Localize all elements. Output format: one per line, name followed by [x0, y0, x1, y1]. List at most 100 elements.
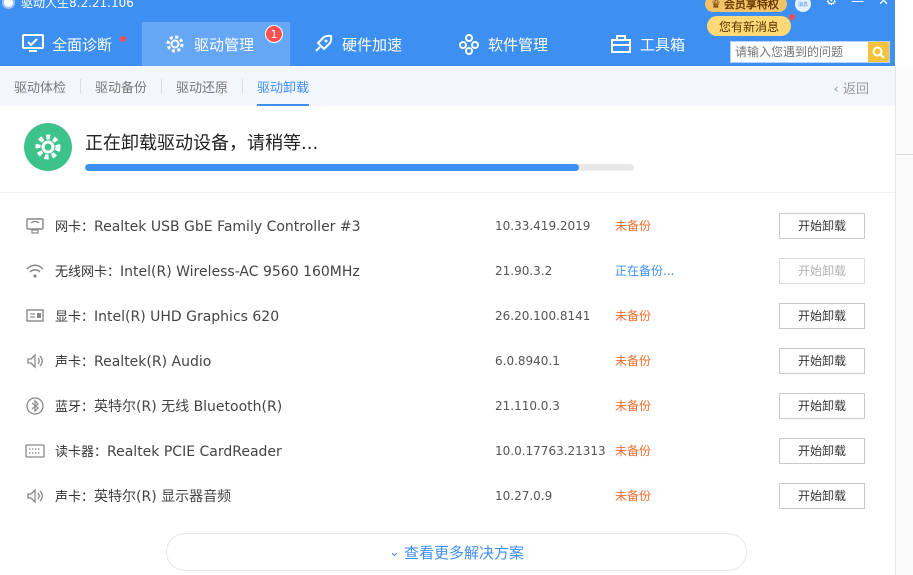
device-type-label: 读卡器：Realtek PCIE CardReader [55, 444, 282, 460]
device-type-label: 声卡：Realtek(R) Audio [55, 354, 212, 370]
backup-status: 正在备份... [615, 264, 675, 278]
nav-software-management[interactable]: 软件管理 [436, 22, 588, 66]
gear-icon [164, 33, 186, 55]
gear-status-icon [24, 123, 72, 171]
backup-status: 未备份 [615, 309, 652, 323]
vip-label: 会员享特权 [723, 0, 779, 11]
chevron-left-icon: ‹ [833, 82, 839, 97]
driver-version: 10.0.17763.21313 [495, 443, 606, 458]
driver-row: 蓝牙：英特尔(R) 无线 Bluetooth(R) 21.110.0.3 未备份 开始… [0, 383, 895, 428]
more-solutions-label: 查看更多解决方案 [403, 543, 524, 562]
device-name: Realtek(R) Audio [94, 354, 212, 370]
driver-row: 网卡：Realtek USB GbE Family Controller #3 1… [0, 203, 895, 248]
speaker-icon [25, 487, 45, 505]
device-name: Intel(R) UHD Graphics 620 [94, 309, 280, 325]
search-input[interactable] [731, 42, 868, 62]
window-controls: ⚙ — ✕ [825, 0, 889, 9]
vip-badge[interactable]: ♛ 会员享特权 [705, 0, 787, 12]
driver-row: 声卡：英特尔(R) 显示器音频 10.27.0.9 未备份 开始卸载 [0, 473, 895, 518]
uninstall-status: 正在卸载驱动设备，请稍等... [0, 106, 895, 193]
start-uninstall-button[interactable]: 开始卸载 [779, 482, 865, 509]
device-type-label: 网卡：Realtek USB GbE Family Controller #3 [55, 219, 361, 235]
graphics-card-icon [25, 307, 45, 325]
ethernet-icon [25, 217, 45, 235]
chevron-down-double-icon: ⌄ [389, 544, 400, 560]
device-name: Realtek USB GbE Family Controller #3 [94, 219, 361, 235]
tab-driver-restore[interactable]: 驱动还原 [162, 66, 242, 106]
title-bar: 驱动人生8.2.21.106 [0, 0, 134, 10]
driver-version: 6.0.8940.1 [495, 353, 560, 368]
backup-status: 未备份 [615, 399, 652, 413]
back-label: 返回 [842, 82, 869, 97]
tab-driver-backup[interactable]: 驱动备份 [81, 66, 161, 106]
nav-toolbox[interactable]: 工具箱 [588, 22, 718, 66]
driver-list: 网卡：Realtek USB GbE Family Controller #3 1… [0, 203, 895, 518]
device-type-label: 显卡：Intel(R) UHD Graphics 620 [55, 309, 280, 325]
nav-label: 驱动管理 [194, 35, 255, 54]
notification-dot [120, 36, 126, 42]
driver-version: 26.20.100.8141 [495, 308, 591, 323]
news-label: 您有新消息 [718, 19, 779, 34]
wifi-icon [25, 262, 45, 280]
status-message: 正在卸载驱动设备，请稍等... [85, 133, 319, 154]
progress-fill [85, 164, 580, 171]
progress-bar [85, 164, 634, 171]
back-button[interactable]: ‹ 返回 [834, 78, 869, 97]
nav-label: 工具箱 [640, 35, 686, 54]
start-uninstall-button[interactable]: 开始卸载 [779, 347, 865, 374]
backup-status: 未备份 [615, 354, 652, 368]
tab-driver-uninstall[interactable]: 驱动卸载 [243, 66, 323, 106]
device-name: Intel(R) Wireless-AC 9560 160MHz [120, 264, 360, 280]
nav-full-diagnosis[interactable]: 全面诊断 [0, 22, 142, 66]
driver-row: 声卡：Realtek(R) Audio 6.0.8940.1 未备份 开始卸载 [0, 338, 895, 383]
nav-label: 全面诊断 [52, 35, 113, 54]
minimize-icon[interactable]: — [851, 0, 864, 9]
driver-version: 10.27.0.9 [495, 488, 553, 503]
card-reader-icon [25, 442, 45, 460]
device-name: Realtek PCIE CardReader [107, 444, 282, 460]
start-uninstall-button[interactable]: 开始卸载 [779, 302, 865, 329]
more-solutions-button[interactable]: ⌄ 查看更多解决方案 [166, 533, 747, 571]
news-dot [789, 14, 795, 20]
start-uninstall-button[interactable]: 开始卸载 [779, 212, 865, 239]
start-uninstall-button[interactable]: 开始卸载 [779, 437, 865, 464]
backup-status: 未备份 [615, 444, 652, 458]
search-icon[interactable] [868, 42, 889, 62]
monitor-check-icon [22, 33, 44, 55]
search-box [730, 41, 890, 63]
sub-tabs: 驱动体检 驱动备份 驱动还原 驱动卸载 ‹ 返回 [0, 66, 895, 106]
device-name: 英特尔(R) 无线 Bluetooth(R) [94, 398, 283, 415]
toolbox-icon [610, 33, 632, 55]
apps-icon [458, 33, 480, 55]
top-header: 驱动人生8.2.21.106 ♛ 会员享特权 您有新消息 消息 ⚙ — ✕ 全面… [0, 0, 895, 66]
side-panel-edge [895, 66, 913, 575]
crown-icon: ♛ [711, 0, 721, 11]
start-uninstall-button[interactable]: 开始卸载 [779, 257, 865, 284]
device-name: 英特尔(R) 显示器音频 [94, 488, 232, 505]
bluetooth-icon [25, 396, 45, 415]
app-logo-icon [2, 0, 15, 9]
driver-row: 读卡器：Realtek PCIE CardReader 10.0.17763.21… [0, 428, 895, 473]
driver-version: 21.110.0.3 [495, 398, 560, 413]
nav-driver-management[interactable]: 驱动管理 1 [142, 22, 290, 66]
app-title: 驱动人生8.2.21.106 [21, 0, 134, 10]
start-uninstall-button[interactable]: 开始卸载 [779, 392, 865, 419]
settings-icon[interactable]: ⚙ [825, 0, 837, 9]
nav-hardware-acceleration[interactable]: 硬件加速 [290, 22, 436, 66]
device-type-label: 无线网卡：Intel(R) Wireless-AC 9560 160MHz [55, 264, 360, 280]
message-icon[interactable]: 消息 [795, 0, 811, 12]
device-type-label: 蓝牙：英特尔(R) 无线 Bluetooth(R) [55, 398, 283, 415]
driver-row: 无线网卡：Intel(R) Wireless-AC 9560 160MHz 21.… [0, 248, 895, 293]
speaker-icon [25, 352, 45, 370]
nav-label: 软件管理 [488, 35, 549, 54]
tab-driver-check[interactable]: 驱动体检 [0, 66, 80, 106]
nav-label: 硬件加速 [342, 35, 403, 54]
notification-badge: 1 [265, 25, 283, 43]
driver-version: 21.90.3.2 [495, 263, 553, 278]
backup-status: 未备份 [615, 489, 652, 503]
rocket-icon [312, 33, 334, 55]
news-bubble[interactable]: 您有新消息 [707, 14, 795, 36]
close-icon[interactable]: ✕ [878, 0, 889, 9]
driver-version: 10.33.419.2019 [495, 218, 591, 233]
driver-row: 显卡：Intel(R) UHD Graphics 620 26.20.100.81… [0, 293, 895, 338]
